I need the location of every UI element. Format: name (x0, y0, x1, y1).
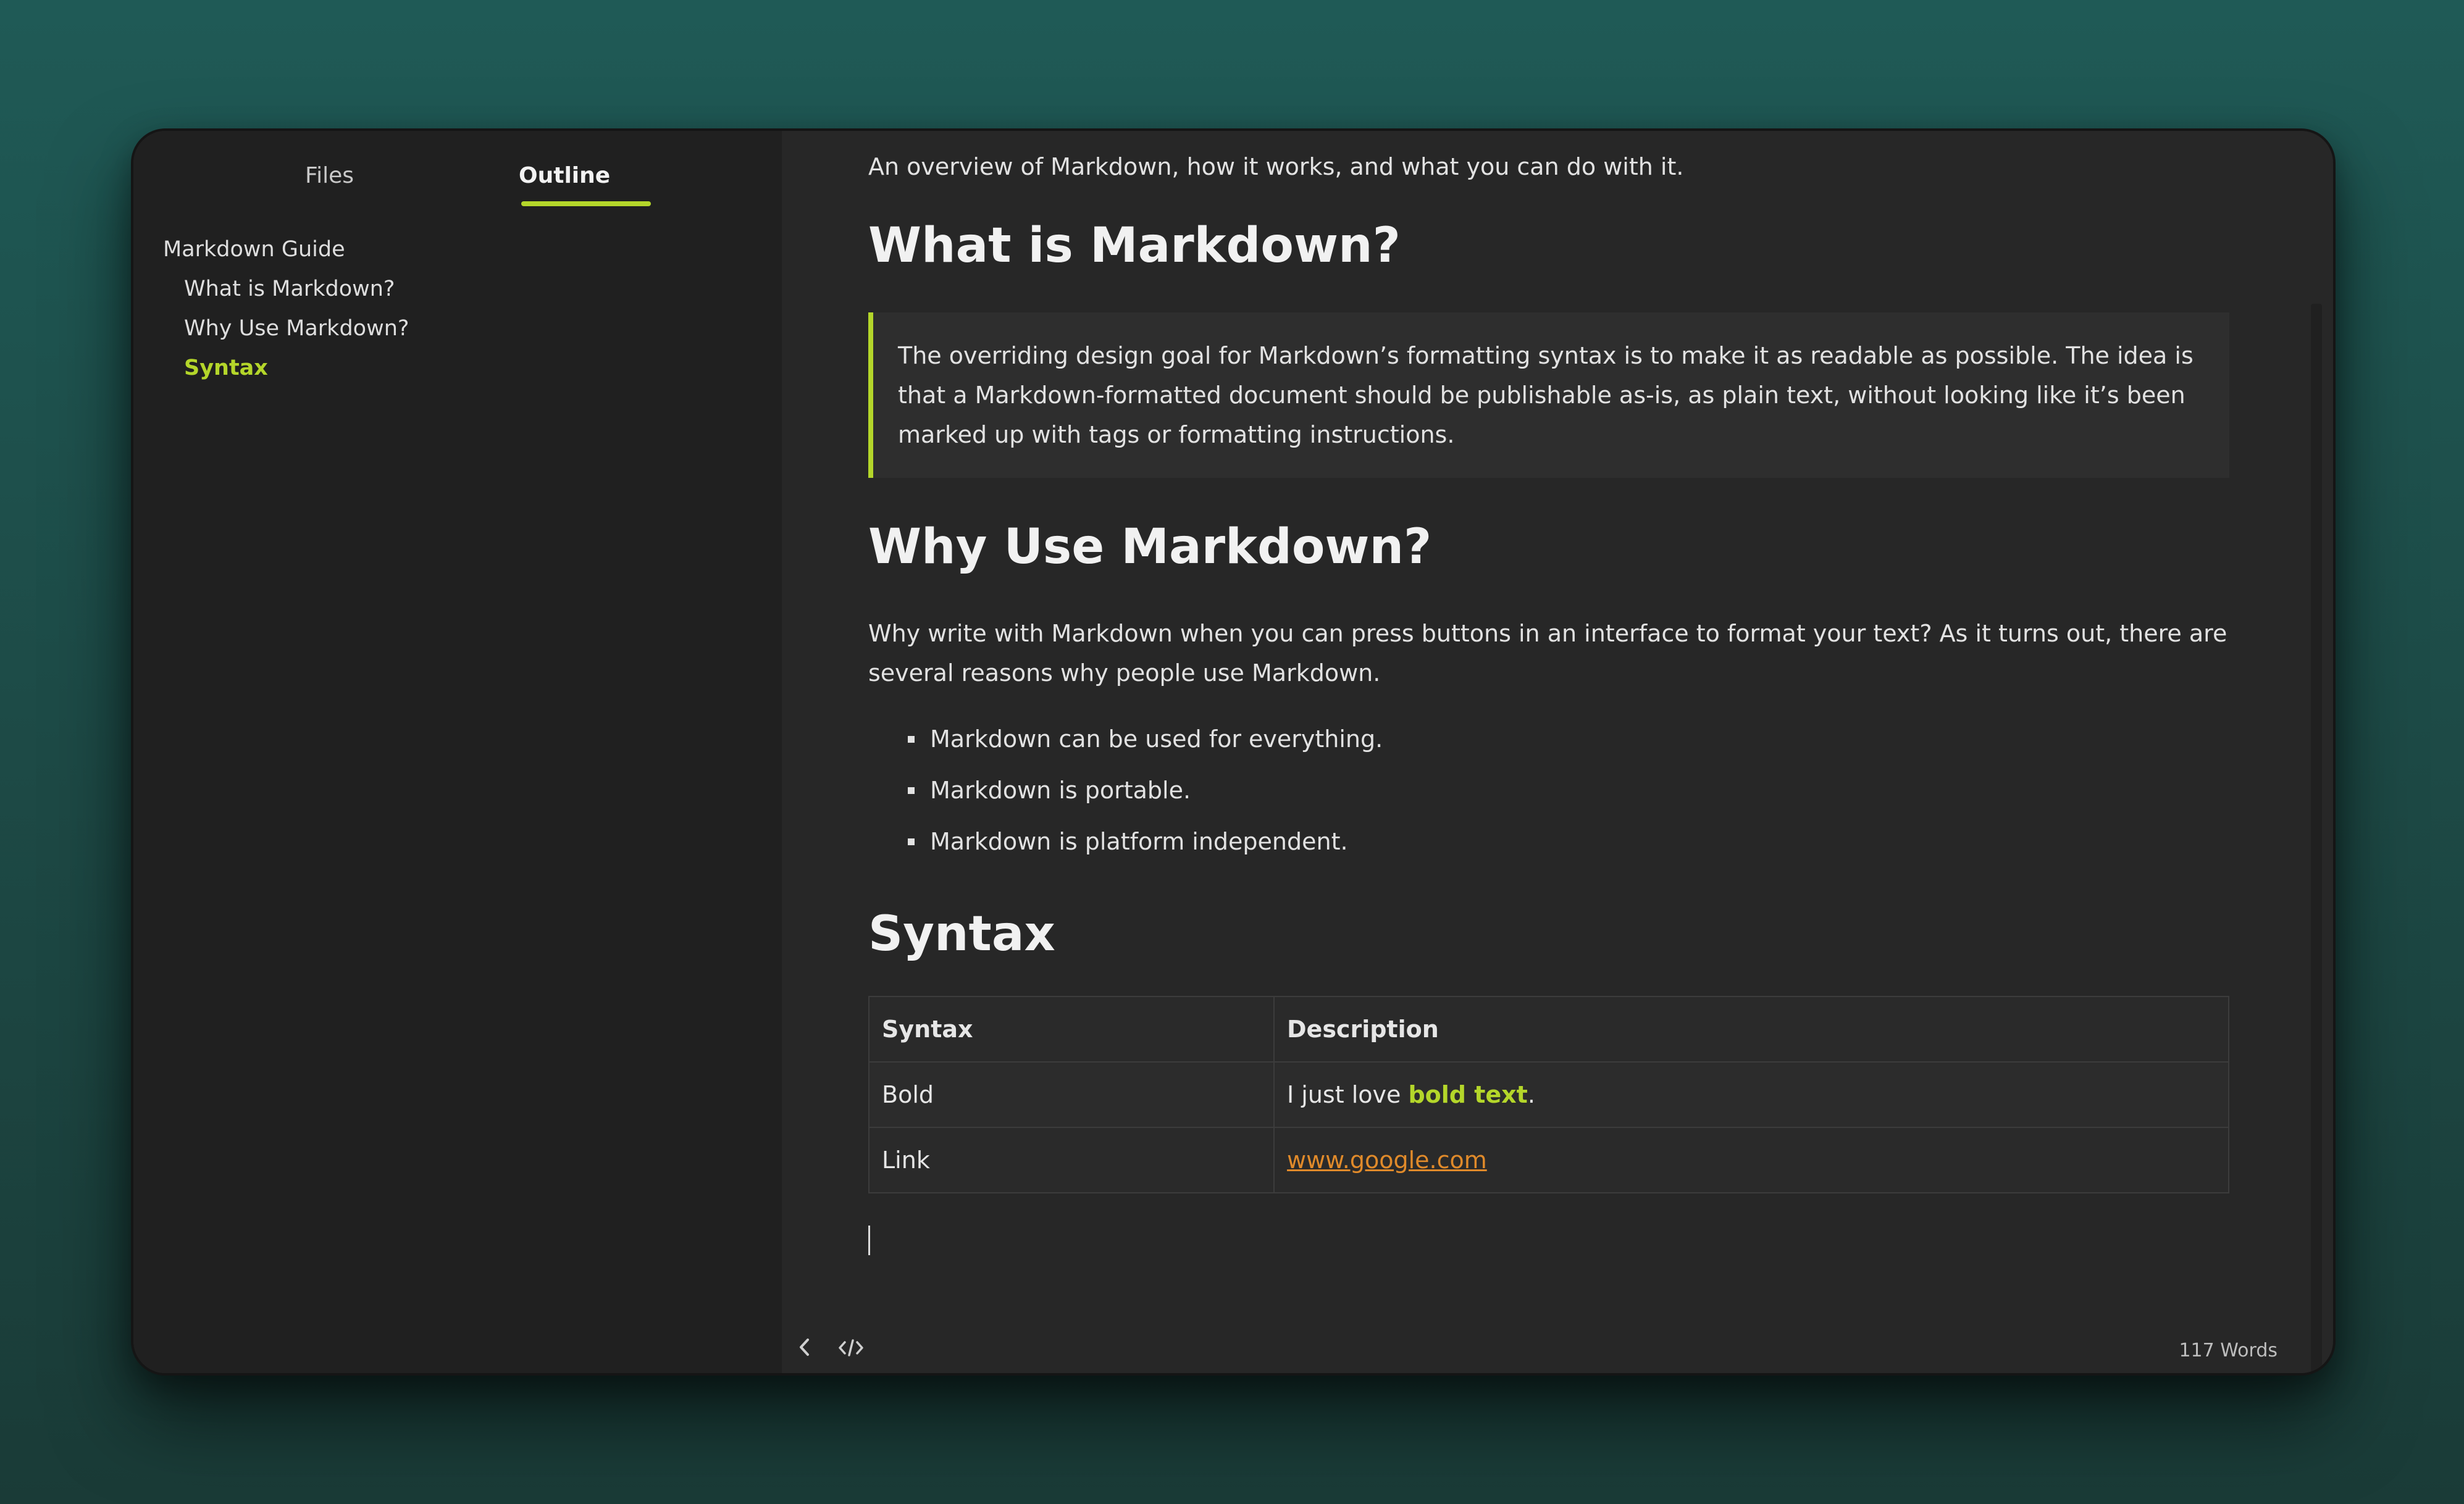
cell-text: . (1527, 1081, 1535, 1108)
bullet-list: Markdown can be used for everything. Mar… (908, 714, 2229, 867)
status-bar: 117 Words (782, 1324, 2333, 1373)
table-cell: Link (868, 1127, 1275, 1193)
tab-files[interactable]: Files (305, 163, 354, 188)
app-window: Files Outline Markdown Guide What is Mar… (131, 128, 2336, 1376)
outline-item-why-use-markdown[interactable]: Why Use Markdown? (163, 309, 409, 348)
document-content[interactable]: An overview of Markdown, how it works, a… (868, 149, 2229, 1255)
blockquote: The overriding design goal for Markdown’… (868, 312, 2229, 478)
bold-text: bold text (1408, 1081, 1528, 1108)
list-item: Markdown can be used for everything. (908, 714, 2229, 765)
cell-text: I just love (1287, 1081, 1409, 1108)
why-paragraph: Why write with Markdown when you can pre… (868, 620, 2227, 687)
table-row: Link www.google.com (868, 1127, 2229, 1193)
syntax-table: Syntax Description Bold I just love bold… (868, 996, 2229, 1193)
outline-item-syntax[interactable]: Syntax (163, 348, 409, 388)
table-cell: www.google.com (1273, 1127, 2229, 1193)
scrollbar[interactable] (2311, 304, 2322, 1373)
active-tab-indicator (521, 201, 651, 206)
editor[interactable]: An overview of Markdown, how it works, a… (782, 131, 2333, 1373)
list-item: Markdown is platform independent. (908, 816, 2229, 867)
sidebar: Files Outline Markdown Guide What is Mar… (133, 131, 782, 1373)
heading-why-use-markdown: Why Use Markdown? (868, 519, 1432, 575)
text-cursor (868, 1226, 870, 1255)
outline-item-what-is-markdown[interactable]: What is Markdown? (163, 269, 409, 309)
tab-outline[interactable]: Outline (519, 163, 610, 188)
link-google[interactable]: www.google.com (1287, 1147, 1487, 1174)
outline-list: Markdown Guide What is Markdown? Why Use… (163, 230, 409, 388)
chevron-left-icon[interactable] (797, 1335, 813, 1365)
word-count: 117 Words (2179, 1340, 2278, 1361)
code-icon[interactable] (837, 1337, 865, 1361)
outline-item-markdown-guide[interactable]: Markdown Guide (163, 230, 409, 269)
intro-paragraph: An overview of Markdown, how it works, a… (868, 153, 1684, 180)
table-header-row: Syntax Description (868, 996, 2229, 1063)
table-header-cell: Description (1273, 996, 2229, 1063)
heading-what-is-markdown: What is Markdown? (868, 218, 1401, 274)
table-row: Bold I just love bold text. (868, 1061, 2229, 1128)
heading-syntax: Syntax (868, 906, 1055, 962)
sidebar-tabs: Files Outline (133, 131, 782, 211)
table-header-cell: Syntax (868, 996, 1275, 1063)
table-cell: I just love bold text. (1273, 1061, 2229, 1128)
table-cell: Bold (868, 1061, 1275, 1128)
list-item: Markdown is portable. (908, 765, 2229, 816)
